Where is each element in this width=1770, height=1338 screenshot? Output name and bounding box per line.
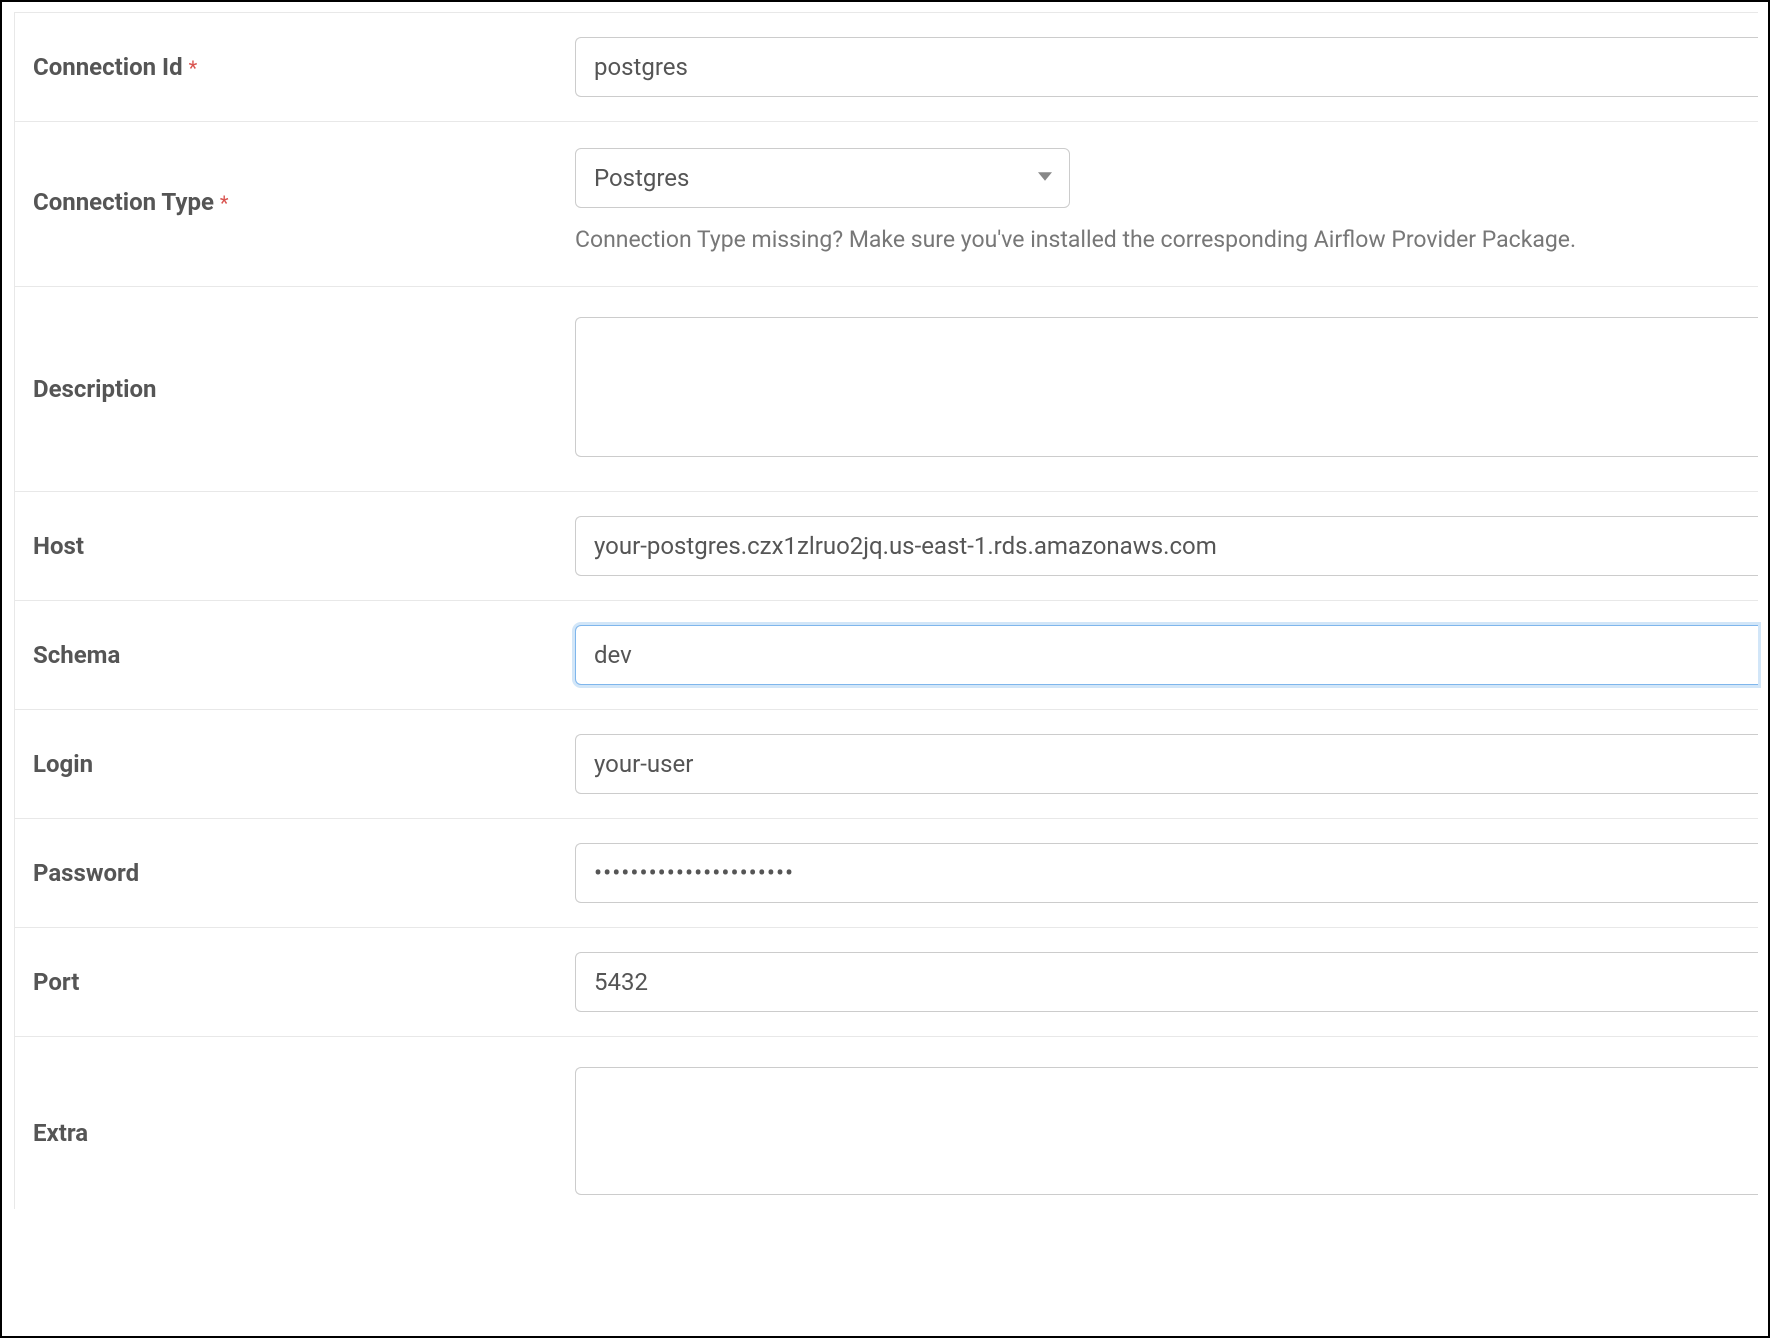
description-label: Description	[33, 375, 157, 403]
label-cell-connection-id: Connection Id *	[15, 53, 575, 81]
required-asterisk: *	[220, 191, 229, 215]
connection-type-selected-value: Postgres	[594, 164, 689, 192]
schema-input[interactable]	[575, 625, 1758, 685]
row-schema: Schema	[15, 601, 1758, 710]
connection-id-input[interactable]	[575, 37, 1758, 97]
row-extra: Extra	[15, 1037, 1758, 1209]
extra-textarea[interactable]	[575, 1067, 1758, 1195]
login-label: Login	[33, 750, 93, 778]
extra-label: Extra	[33, 1119, 88, 1147]
connection-type-select[interactable]: Postgres	[575, 148, 1070, 208]
input-cell-password	[575, 843, 1758, 903]
port-label: Port	[33, 968, 79, 996]
connection-form: Connection Id * Connection Type * Postgr…	[0, 0, 1770, 1338]
connection-type-help-text: Connection Type missing? Make sure you'v…	[575, 224, 1758, 256]
connection-id-label: Connection Id	[33, 53, 183, 81]
label-cell-password: Password	[15, 859, 575, 887]
label-cell-description: Description	[15, 375, 575, 403]
input-cell-description	[575, 317, 1758, 461]
login-input[interactable]	[575, 734, 1758, 794]
label-cell-login: Login	[15, 750, 575, 778]
row-host: Host	[15, 492, 1758, 601]
row-description: Description	[15, 287, 1758, 492]
label-cell-host: Host	[15, 532, 575, 560]
input-cell-schema	[575, 625, 1758, 685]
description-textarea[interactable]	[575, 317, 1758, 457]
password-label: Password	[33, 859, 139, 887]
label-cell-connection-type: Connection Type *	[15, 188, 575, 216]
host-label: Host	[33, 532, 84, 560]
schema-label: Schema	[33, 641, 120, 669]
input-cell-host	[575, 516, 1758, 576]
password-input[interactable]	[575, 843, 1758, 903]
form-inner: Connection Id * Connection Type * Postgr…	[14, 12, 1758, 1209]
connection-type-select-wrap: Postgres	[575, 148, 1070, 208]
label-cell-port: Port	[15, 968, 575, 996]
connection-type-label: Connection Type	[33, 188, 214, 216]
input-cell-port	[575, 952, 1758, 1012]
required-asterisk: *	[189, 56, 198, 80]
row-login: Login	[15, 710, 1758, 819]
port-input[interactable]	[575, 952, 1758, 1012]
row-connection-id: Connection Id *	[15, 13, 1758, 122]
input-cell-connection-id	[575, 37, 1758, 97]
input-cell-extra	[575, 1067, 1758, 1199]
input-cell-login	[575, 734, 1758, 794]
row-port: Port	[15, 928, 1758, 1037]
label-cell-extra: Extra	[15, 1119, 575, 1147]
row-connection-type: Connection Type * Postgres Connection Ty…	[15, 122, 1758, 287]
host-input[interactable]	[575, 516, 1758, 576]
row-password: Password	[15, 819, 1758, 928]
input-cell-connection-type: Postgres Connection Type missing? Make s…	[575, 148, 1758, 256]
label-cell-schema: Schema	[15, 641, 575, 669]
